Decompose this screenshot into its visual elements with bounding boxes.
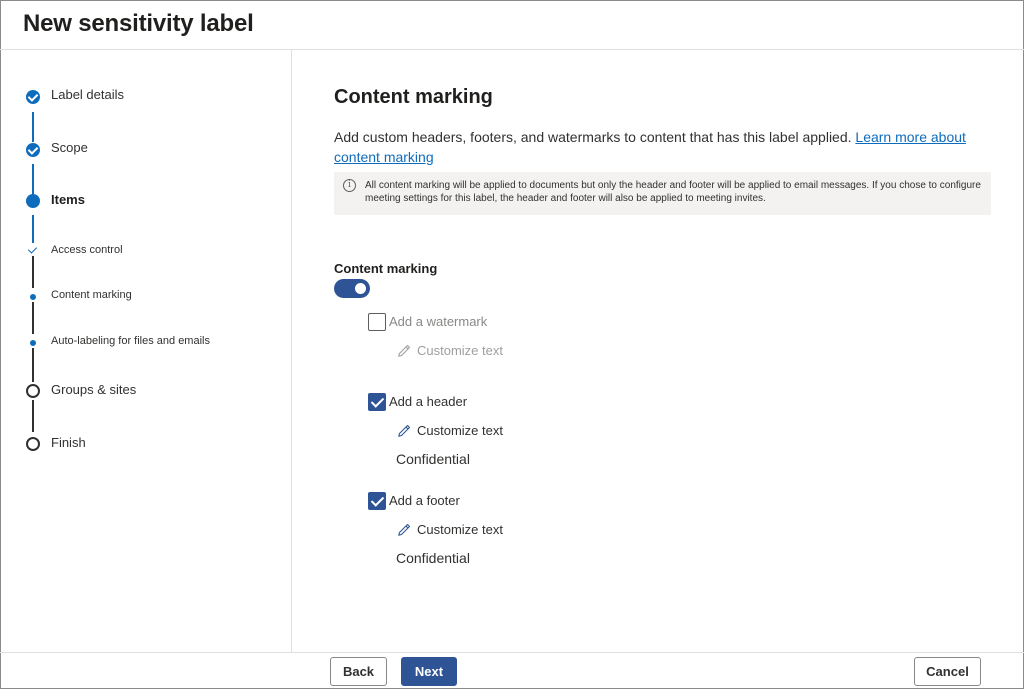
customize-text-label: Customize text — [417, 522, 503, 537]
cancel-button[interactable]: Cancel — [914, 657, 981, 686]
step-auto-labeling[interactable]: Auto-labeling for files and emails — [0, 330, 290, 354]
section-description: Add custom headers, footers, and waterma… — [334, 127, 984, 167]
step-label: Label details — [51, 87, 124, 102]
customize-text-label: Customize text — [417, 343, 503, 358]
step-label: Scope — [51, 140, 88, 155]
step-scope[interactable]: Scope — [0, 137, 290, 161]
step-label-details[interactable]: Label details — [0, 84, 290, 108]
page-title: New sensitivity label — [23, 10, 254, 37]
step-label: Finish — [51, 435, 86, 450]
watermark-checkbox-row[interactable]: Add a watermark — [368, 312, 498, 332]
substep-pending-icon — [30, 340, 36, 346]
description-text: Add custom headers, footers, and waterma… — [334, 129, 852, 145]
step-pending-icon — [26, 437, 40, 451]
info-icon: i — [343, 179, 356, 192]
header-checkbox[interactable] — [368, 393, 386, 411]
step-label: Groups & sites — [51, 382, 137, 397]
step-current-icon — [26, 194, 40, 208]
step-connector — [32, 400, 34, 432]
content-marking-toggle-label: Content marking — [334, 261, 438, 276]
step-complete-icon — [26, 143, 40, 157]
step-label: Content marking — [51, 289, 132, 301]
wizard-footer: Back Next Cancel — [0, 652, 1024, 689]
substep-current-icon — [30, 294, 36, 300]
main-content: Content marking Add custom headers, foot… — [293, 50, 1022, 652]
wizard-header: New sensitivity label — [0, 0, 1024, 50]
step-finish[interactable]: Finish — [0, 432, 290, 456]
footer-label: Add a footer — [389, 493, 460, 508]
footer-checkbox-row[interactable]: Add a footer — [368, 491, 488, 511]
footer-checkbox[interactable] — [368, 492, 386, 510]
footer-customize-text[interactable]: Customize text — [396, 520, 516, 540]
step-label: Items — [51, 192, 85, 207]
step-label: Access control — [51, 244, 123, 256]
pencil-icon — [398, 344, 411, 357]
step-access-control[interactable]: Access control — [0, 239, 290, 263]
step-label: Auto-labeling for files and emails — [51, 335, 210, 347]
toggle-knob — [355, 283, 366, 294]
pencil-icon — [398, 523, 411, 536]
wizard-sidebar: Label details Scope Items Access control… — [0, 50, 292, 652]
header-checkbox-row[interactable]: Add a header — [368, 392, 488, 412]
header-text-value: Confidential — [396, 451, 470, 467]
footer-text-value: Confidential — [396, 550, 470, 566]
pencil-icon — [398, 424, 411, 437]
header-label: Add a header — [389, 394, 468, 409]
back-button[interactable]: Back — [330, 657, 387, 686]
watermark-label: Add a watermark — [389, 314, 488, 329]
info-banner: i All content marking will be applied to… — [334, 172, 991, 215]
watermark-customize-text[interactable]: Customize text — [396, 341, 516, 361]
step-items[interactable]: Items — [0, 189, 290, 213]
watermark-checkbox[interactable] — [368, 313, 386, 331]
section-title: Content marking — [334, 86, 493, 108]
header-customize-text[interactable]: Customize text — [396, 421, 516, 441]
substep-complete-icon — [27, 244, 38, 254]
next-button[interactable]: Next — [401, 657, 457, 686]
step-content-marking[interactable]: Content marking — [0, 284, 290, 308]
step-pending-icon — [26, 384, 40, 398]
customize-text-label: Customize text — [417, 423, 503, 438]
step-groups-sites[interactable]: Groups & sites — [0, 379, 290, 403]
step-complete-icon — [26, 90, 40, 104]
info-text: All content marking will be applied to d… — [365, 180, 981, 204]
content-marking-toggle[interactable] — [334, 279, 370, 298]
